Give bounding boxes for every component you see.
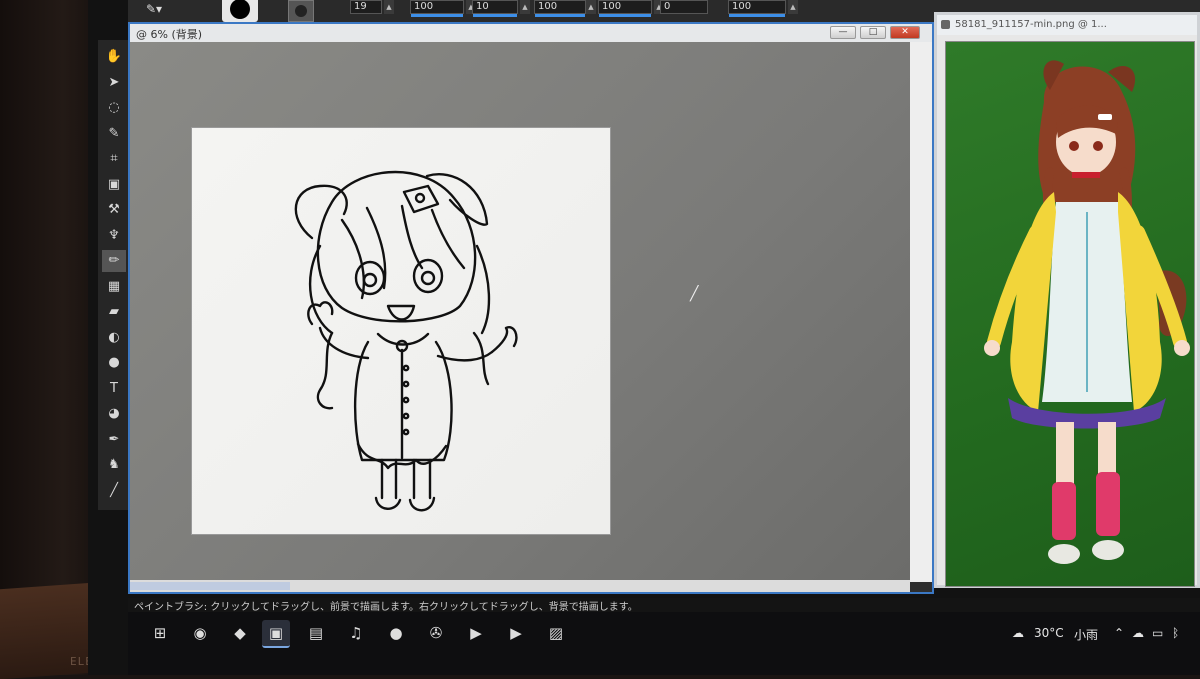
horizontal-scroll-thumb[interactable] xyxy=(130,582,290,590)
brush-tool[interactable]: ✏▾ xyxy=(102,250,132,272)
size-spinner[interactable]: ▲ xyxy=(384,0,394,14)
step-spinner[interactable]: ▲ xyxy=(520,0,530,14)
thickness-value: 100 xyxy=(602,1,622,12)
density-field[interactable]: 100 xyxy=(534,0,586,17)
opacity-spinner[interactable]: ▲ xyxy=(788,0,798,14)
reference-titlebar[interactable]: 58181_911157-min.png @ 1... xyxy=(937,15,1197,35)
fix-tool[interactable]: ♆▾ xyxy=(102,225,132,247)
app-vp-icon[interactable]: ◆ xyxy=(226,620,254,646)
onedrive-icon[interactable]: ☁ xyxy=(1132,626,1144,640)
clone-tool[interactable]: ⚒▾ xyxy=(102,199,132,221)
bluetooth-icon[interactable]: ᛒ xyxy=(1172,626,1179,640)
media-icon[interactable]: ✇ xyxy=(422,620,450,646)
monitor-screen: ✎▾ 19 ▲ 100 ▲ 10 ▲ 100 ▲ 100 ▲ 0 100 ▲ ✋… xyxy=(88,0,1200,675)
document-window: @ 6% (背景) — □ ✕ ╱ xyxy=(128,22,934,594)
document-titlebar[interactable]: @ 6% (背景) — □ ✕ xyxy=(130,24,932,42)
opacity-value: 100 xyxy=(732,1,752,12)
vertical-scrollbar[interactable] xyxy=(910,42,932,582)
music-player-icon[interactable]: ● xyxy=(382,620,410,646)
weather-icon[interactable]: ☁ xyxy=(1012,626,1024,640)
size-field[interactable]: 19 xyxy=(350,0,382,14)
sticky-notes-icon[interactable]: ▨ xyxy=(542,620,570,646)
maximize-button[interactable]: □ xyxy=(860,26,886,39)
dodge-tool[interactable]: ◐▾ xyxy=(102,327,132,349)
warp-tool[interactable]: ╱▾ xyxy=(102,480,132,502)
start-button[interactable]: ⊞ xyxy=(146,620,174,646)
thickness-field[interactable]: 100 xyxy=(598,0,652,17)
taskbar: ⊞ ◉ ◆ ▣ ▤ ♫ ● ✇ ▶ ▶ ▨ ☁ 30°C 小雨 ⌃ ☁ ▭ ᛒ xyxy=(128,612,1200,675)
document-title-text: 6% (背景) xyxy=(150,28,203,41)
eraser-tool[interactable]: ▰▾ xyxy=(102,301,132,323)
density-spinner[interactable]: ▲ xyxy=(586,0,596,14)
image-file-icon xyxy=(941,20,950,29)
reference-title: 58181_911157-min.png @ 1... xyxy=(955,19,1107,30)
tray-overflow-icon[interactable]: ⌃ xyxy=(1114,626,1124,640)
tools-panel: ✋▾ ➤▾ ◌▾ ✎▾ ⌗▾ ▣▾ ⚒▾ ♆▾ ✏▾ ▦▾ ▰▾ ◐▾ ●▾ T▾ ◕▾ ✒▾ ♞▾ ╱▾ xyxy=(98,40,132,510)
brush-preset-icon[interactable]: ✎▾ xyxy=(146,2,166,18)
brush-shape-button[interactable] xyxy=(288,0,314,22)
eyedropper-tool[interactable]: ✎▾ xyxy=(102,123,132,145)
workspace-area[interactable]: ╱ xyxy=(130,42,910,582)
horizontal-scrollbar[interactable] xyxy=(130,580,910,592)
brush-cursor-icon: ╱ xyxy=(690,286,699,302)
character-reference-illustration xyxy=(984,60,1190,564)
density-value: 100 xyxy=(538,1,558,12)
close-button[interactable]: ✕ xyxy=(890,26,920,39)
weather-temperature[interactable]: 30°C xyxy=(1034,626,1064,640)
hardness-field[interactable]: 100 xyxy=(410,0,464,17)
chrome-icon[interactable]: ◉ xyxy=(186,620,214,646)
text-tool[interactable]: T▾ xyxy=(102,378,132,400)
drawing-canvas[interactable] xyxy=(192,128,610,534)
shape-tool[interactable]: ◕▾ xyxy=(102,403,132,425)
rotation-value: 0 xyxy=(664,1,671,12)
gradient-tool[interactable]: ▦▾ xyxy=(102,276,132,298)
video-player-icon[interactable]: ▶ xyxy=(462,620,490,646)
lasso-tool[interactable]: ◌▾ xyxy=(102,97,132,119)
document-title: @ 6% (背景) xyxy=(136,28,203,41)
hardness-value: 100 xyxy=(414,1,434,12)
step-field[interactable]: 10 xyxy=(472,0,518,17)
file-explorer-icon[interactable]: ▤ xyxy=(302,620,330,646)
opacity-field[interactable]: 100 xyxy=(728,0,786,17)
transform-tool[interactable]: ▣▾ xyxy=(102,174,132,196)
network-icon[interactable]: ▭ xyxy=(1152,626,1163,640)
movie-maker-icon[interactable]: ▶ xyxy=(502,620,530,646)
step-value: 10 xyxy=(476,1,489,12)
select-tool[interactable]: ➤▾ xyxy=(102,72,132,94)
weather-description[interactable]: 小雨 xyxy=(1074,626,1098,643)
brush-tip-preview[interactable] xyxy=(222,0,258,22)
reference-image-window: 58181_911157-min.png @ 1... xyxy=(934,12,1200,588)
status-bar: ペイントブラシ: クリックしてドラッグし、前景で描画します。右クリックしてドラッ… xyxy=(128,598,1200,612)
monitor-bezel xyxy=(0,0,90,675)
smudge-tool[interactable]: ●▾ xyxy=(102,352,132,374)
paintshop-icon[interactable]: ▣ xyxy=(262,620,290,648)
hand-tool[interactable]: ✋▾ xyxy=(102,46,132,68)
reference-image[interactable] xyxy=(945,41,1195,587)
line-art-drawing xyxy=(294,170,518,512)
minimize-button[interactable]: — xyxy=(830,26,856,39)
pen-tool[interactable]: ✒▾ xyxy=(102,429,132,451)
rotation-field[interactable]: 0 xyxy=(660,0,708,14)
crop-tool[interactable]: ⌗▾ xyxy=(102,148,132,170)
itunes-icon[interactable]: ♫ xyxy=(342,620,370,646)
picture-tube-tool[interactable]: ♞▾ xyxy=(102,454,132,476)
